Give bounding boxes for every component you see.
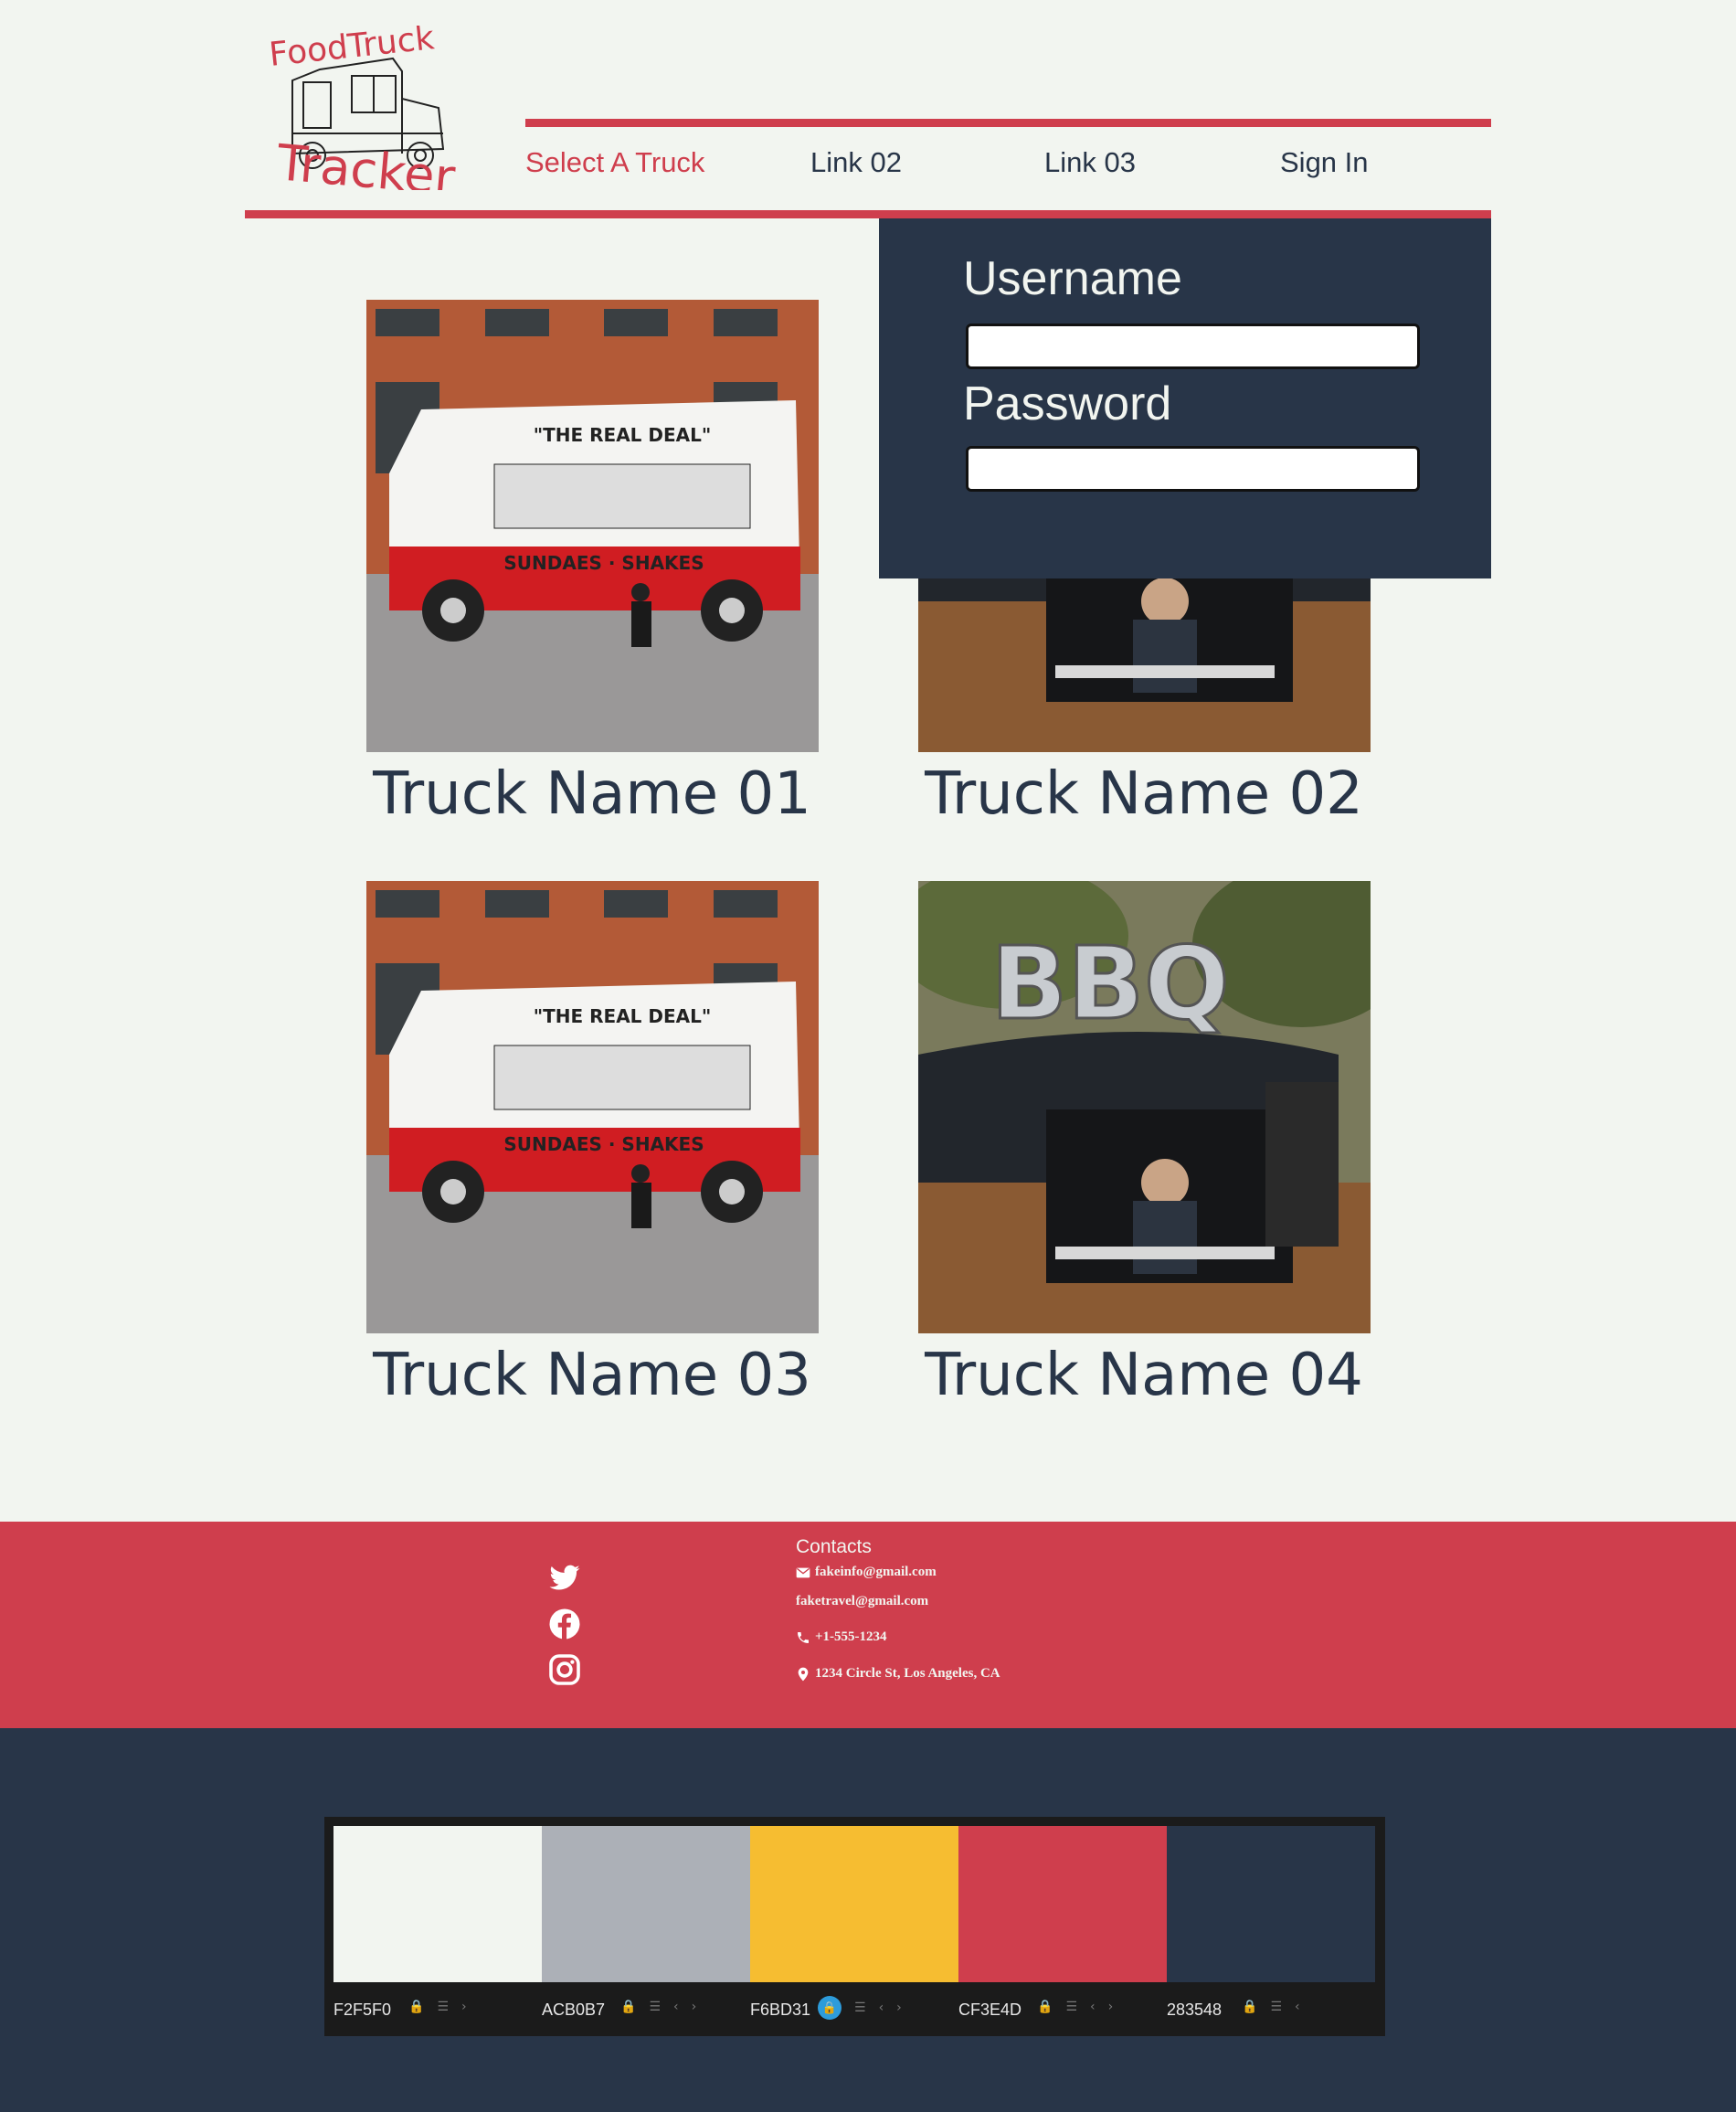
lock-icon[interactable]: 🔒 — [620, 2000, 636, 2014]
ice-cream-truck-photo: "THE REAL DEAL" SUNDAES · SHAKES — [366, 881, 819, 1333]
swatch-3-tools: 🔒 ☰ ‹ › — [818, 1996, 902, 2020]
chevron-right-icon[interactable]: › — [461, 2000, 467, 2014]
swatch-2-hex[interactable]: ACB0B7 — [542, 2001, 605, 2020]
swatch-2[interactable] — [542, 1826, 750, 1982]
instagram-icon[interactable] — [548, 1653, 581, 1686]
contact-address: 1234 Circle St, Los Angeles, CA — [796, 1666, 1000, 1682]
nav-link-select-truck[interactable]: Select A Truck — [525, 146, 704, 179]
swatch-4[interactable] — [958, 1826, 1167, 1982]
password-label: Password — [963, 377, 1172, 430]
logo-line2: Tracker — [274, 133, 458, 190]
adjust-icon[interactable]: ☰ — [1065, 2000, 1077, 2014]
nav-link-03[interactable]: Link 03 — [1044, 146, 1136, 179]
chevron-left-icon[interactable]: ‹ — [879, 2001, 884, 2015]
contact-phone-text: +1-555-1234 — [815, 1629, 887, 1644]
swatch-5-hex[interactable]: 283548 — [1167, 2001, 1222, 2020]
phone-icon — [798, 1631, 809, 1643]
envelope-icon — [796, 1567, 810, 1577]
svg-text:SUNDAES · SHAKES: SUNDAES · SHAKES — [503, 552, 704, 574]
lock-icon[interactable]: 🔒 — [1037, 2000, 1053, 2014]
twitter-icon[interactable] — [548, 1562, 581, 1595]
adjust-icon[interactable]: ☰ — [437, 2000, 449, 2014]
nav-link-02[interactable]: Link 02 — [810, 146, 902, 179]
color-palette: F2F5F0 🔒 ☰ › ACB0B7 🔒 ☰ ‹ › F6BD31 🔒 ☰ ‹… — [324, 1817, 1385, 2036]
adjust-icon[interactable]: ☰ — [854, 2001, 866, 2015]
chevron-left-icon[interactable]: ‹ — [673, 2000, 679, 2014]
main-nav: Select A Truck Link 02 Link 03 Sign In — [525, 146, 1491, 192]
password-field[interactable] — [966, 446, 1420, 492]
chevron-left-icon[interactable]: ‹ — [1090, 2000, 1096, 2014]
chevron-left-icon[interactable]: ‹ — [1295, 2000, 1300, 2014]
svg-text:BBQ: BBQ — [990, 925, 1229, 1042]
bbq-truck-photo: BBQ — [918, 881, 1371, 1333]
swatch-5[interactable] — [1167, 1826, 1375, 1982]
truck-card-image[interactable]: "THE REAL DEAL" SUNDAES · SHAKES — [366, 300, 819, 752]
logo-line1: FoodTruck — [268, 26, 437, 74]
chevron-right-icon[interactable]: › — [1108, 2000, 1114, 2014]
adjust-icon[interactable]: ☰ — [1270, 2000, 1282, 2014]
contact-email-text: fakeinfo@gmail.com — [815, 1565, 937, 1579]
swatch-2-tools: 🔒 ☰ ‹ › — [620, 2000, 696, 2014]
svg-text:"THE REAL DEAL": "THE REAL DEAL" — [534, 1005, 712, 1027]
food-truck-icon: FoodTruck Tracker — [268, 19, 459, 207]
truck-name[interactable]: Truck Name 01 — [336, 760, 848, 828]
nav-top-rule — [525, 119, 1491, 127]
swatch-4-hex[interactable]: CF3E4D — [958, 2001, 1021, 2020]
facebook-icon[interactable] — [548, 1608, 581, 1640]
swatch-3-hex[interactable]: F6BD31 — [750, 2001, 810, 2020]
lock-icon[interactable]: 🔒 — [1242, 2000, 1257, 2014]
lock-icon[interactable]: 🔒 — [408, 2000, 424, 2014]
chevron-right-icon[interactable]: › — [896, 2001, 902, 2015]
contact-address-text: 1234 Circle St, Los Angeles, CA — [815, 1666, 1000, 1681]
truck-card-image[interactable]: "THE REAL DEAL" SUNDAES · SHAKES — [366, 881, 819, 1333]
swatch-1[interactable] — [333, 1826, 542, 1982]
truck-card-image[interactable]: BBQ — [918, 881, 1371, 1333]
map-pin-icon — [798, 1667, 809, 1681]
login-panel: Username Password — [879, 218, 1491, 578]
truck-name[interactable]: Truck Name 02 — [888, 760, 1400, 828]
footer: Contacts fakeinfo@gmail.com faketravel@g… — [0, 1522, 1736, 1728]
swatch-1-tools: 🔒 ☰ › — [408, 2000, 467, 2014]
svg-text:SUNDAES · SHAKES: SUNDAES · SHAKES — [503, 1133, 704, 1155]
swatch-5-tools: 🔒 ☰ ‹ — [1242, 2000, 1300, 2014]
contact-email-2-text: faketravel@gmail.com — [796, 1594, 929, 1608]
logo[interactable]: FoodTruck Tracker — [265, 19, 466, 207]
adjust-icon[interactable]: ☰ — [649, 2000, 661, 2014]
contacts-title: Contacts — [796, 1536, 872, 1557]
swatch-1-hex[interactable]: F2F5F0 — [333, 2001, 391, 2020]
swatch-3[interactable] — [750, 1826, 958, 1982]
palette-section: F2F5F0 🔒 ☰ › ACB0B7 🔒 ☰ ‹ › F6BD31 🔒 ☰ ‹… — [0, 1728, 1736, 2112]
username-field[interactable] — [966, 324, 1420, 369]
chevron-right-icon[interactable]: › — [692, 2000, 697, 2014]
contact-phone[interactable]: +1-555-1234 — [796, 1629, 887, 1645]
username-label: Username — [963, 252, 1182, 305]
ice-cream-truck-photo: "THE REAL DEAL" SUNDAES · SHAKES — [366, 300, 819, 752]
svg-text:"THE REAL DEAL": "THE REAL DEAL" — [534, 424, 712, 446]
truck-name[interactable]: Truck Name 03 — [336, 1342, 848, 1409]
truck-name[interactable]: Truck Name 04 — [888, 1342, 1400, 1409]
nav-bottom-rule — [245, 210, 1491, 218]
nav-link-sign-in[interactable]: Sign In — [1280, 146, 1369, 179]
swatch-4-tools: 🔒 ☰ ‹ › — [1037, 2000, 1113, 2014]
contact-email-2[interactable]: faketravel@gmail.com — [796, 1594, 928, 1609]
lock-icon[interactable]: 🔒 — [818, 1996, 842, 2020]
contact-email[interactable]: fakeinfo@gmail.com — [796, 1565, 937, 1580]
